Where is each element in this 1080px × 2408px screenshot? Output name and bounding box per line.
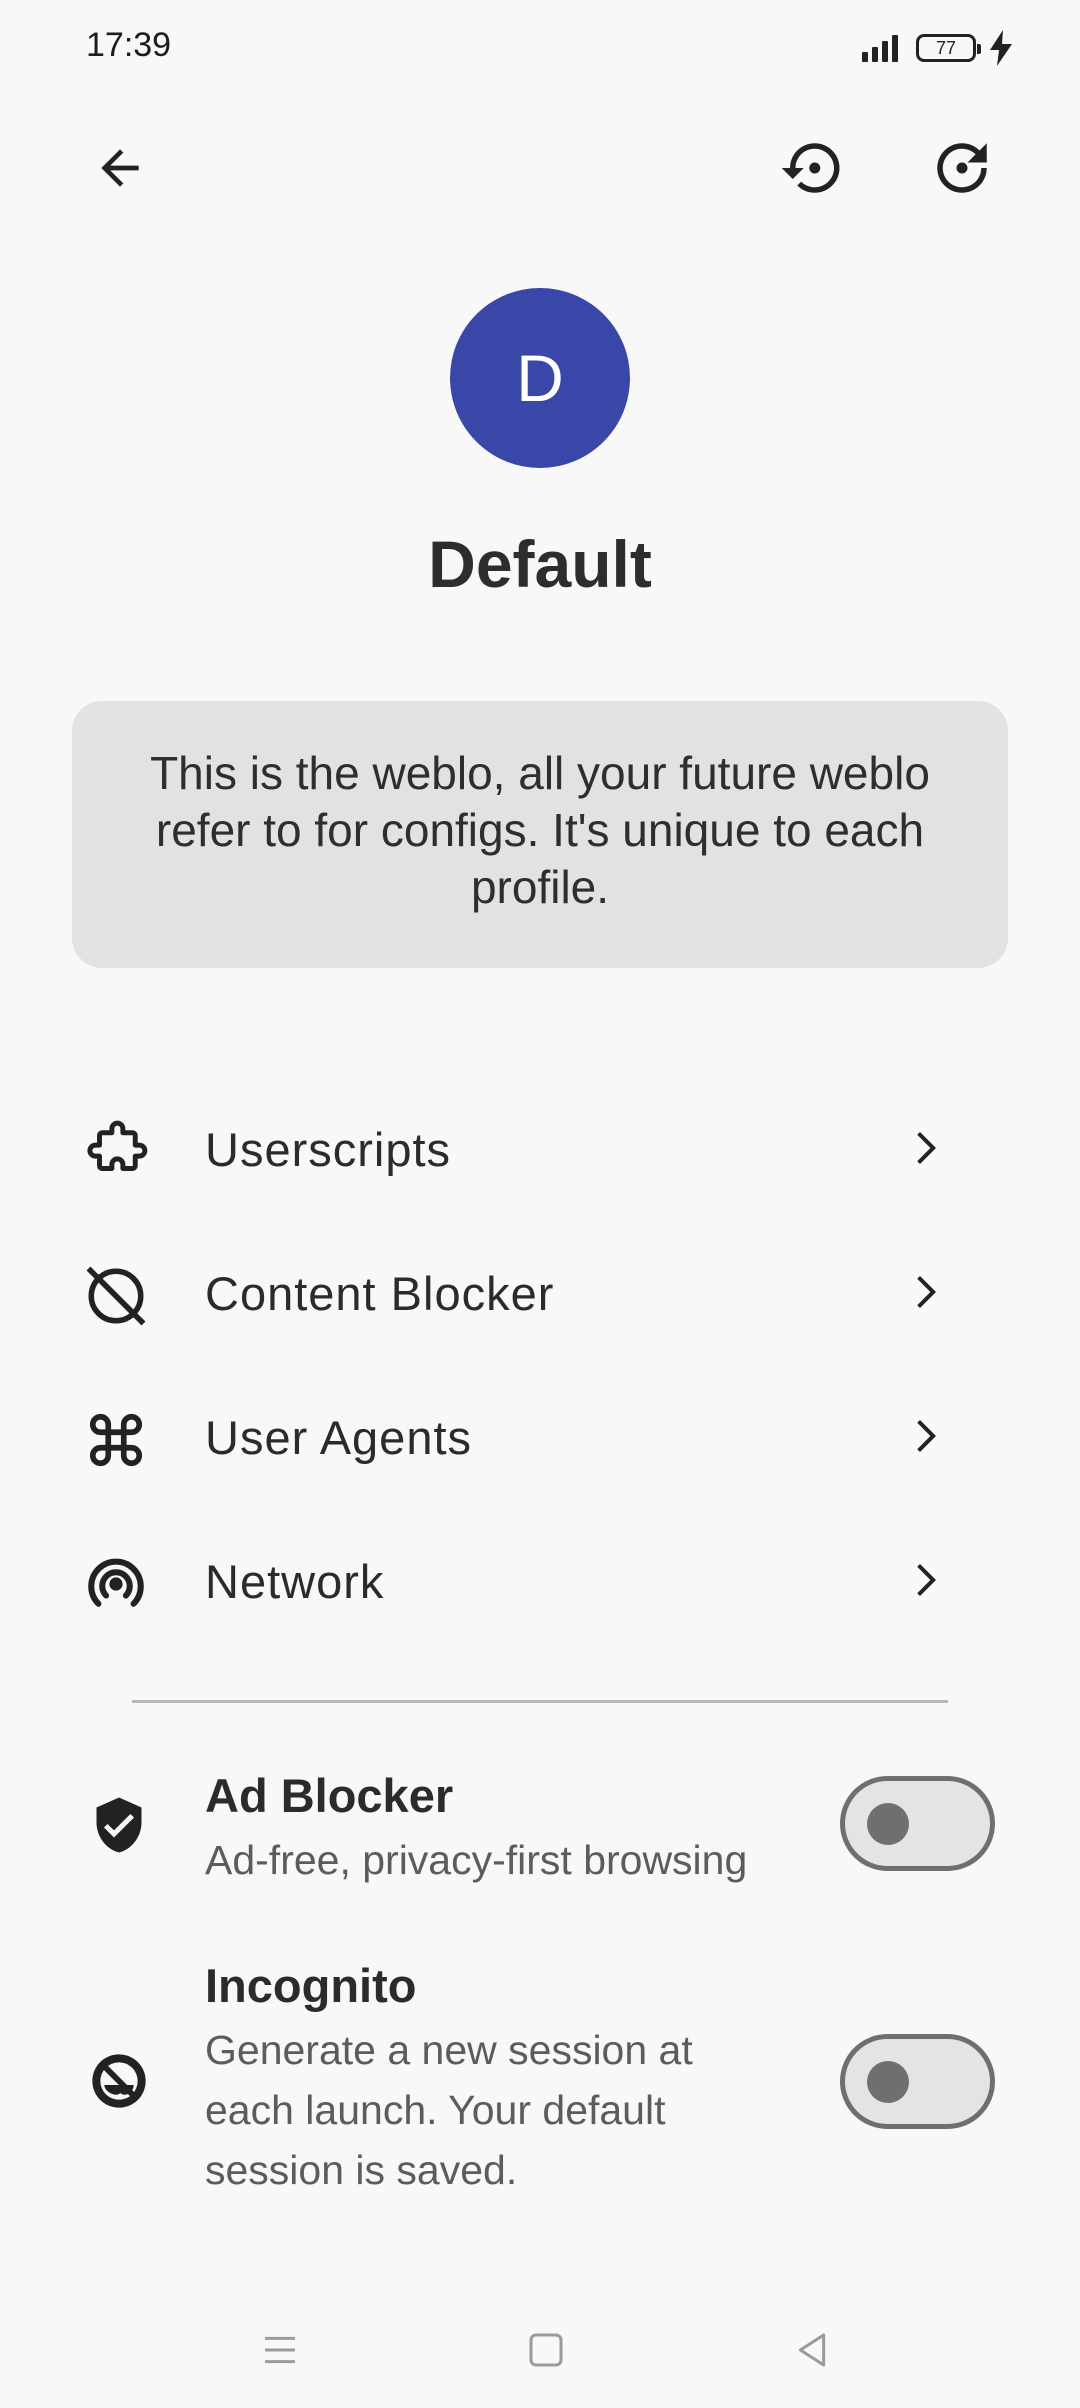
- menu-item-content-blocker[interactable]: Content Blocker: [0, 1220, 1080, 1364]
- system-nav-bar: [0, 2290, 1080, 2408]
- chevron-right-icon: [917, 1132, 936, 1164]
- menu-item-label: Userscripts: [205, 1123, 452, 1176]
- switch-knob: [867, 2061, 909, 2103]
- profile-name: Default: [428, 527, 652, 601]
- broadcast-icon: [80, 1548, 152, 1620]
- incognito-icon: [84, 2046, 154, 2116]
- incognito-title: Incognito: [205, 1959, 417, 2012]
- info-card-text: This is the weblo, all your future weblo…: [150, 747, 930, 913]
- ad-blocker-title: Ad Blocker: [205, 1769, 454, 1822]
- refresh-icon: [937, 143, 987, 193]
- ad-blocker-row: Ad Blocker Ad-free, privacy-first browsi…: [0, 1760, 1080, 1900]
- command-icon: [80, 1404, 152, 1476]
- recent-apps-button[interactable]: [240, 2310, 320, 2390]
- profile-initial: D: [516, 341, 564, 415]
- restore-button[interactable]: [764, 120, 860, 216]
- arrow-left-icon: [101, 149, 139, 187]
- top-app-bar: [0, 120, 1080, 220]
- info-card: This is the weblo, all your future weblo…: [72, 701, 1008, 968]
- history-restore-icon: [781, 143, 840, 193]
- shield-check-icon: [84, 1790, 154, 1860]
- signal-icon: [862, 35, 898, 62]
- divider: [132, 1700, 948, 1703]
- chevron-right-icon: [917, 1276, 936, 1308]
- menu-item-user-agents[interactable]: User Agents: [0, 1364, 1080, 1508]
- menu-item-userscripts[interactable]: Userscripts: [0, 1076, 1080, 1220]
- menu-item-network[interactable]: Network: [0, 1508, 1080, 1652]
- home-button[interactable]: [506, 2310, 586, 2390]
- menu-item-label: Content Blocker: [205, 1267, 555, 1320]
- block-icon: [80, 1260, 152, 1332]
- incognito-subtitle: Generate a new session at each launch. Y…: [205, 2027, 693, 2193]
- chevron-right-icon: [917, 1420, 936, 1452]
- status-icons: 77: [862, 30, 1012, 66]
- back-button[interactable]: [72, 120, 168, 216]
- status-bar: 17:39 77: [0, 0, 1080, 96]
- profile-avatar: D: [450, 288, 630, 468]
- charging-bolt-icon: [990, 30, 1012, 66]
- puzzle-icon: [80, 1116, 152, 1188]
- menu-item-label: Network: [205, 1555, 385, 1608]
- system-back-button[interactable]: [772, 2310, 852, 2390]
- status-time: 17:39: [86, 26, 172, 64]
- refresh-button[interactable]: [914, 120, 1010, 216]
- home-icon: [529, 2333, 563, 2367]
- menu-item-label: User Agents: [205, 1411, 473, 1464]
- battery-level: 77: [935, 37, 957, 58]
- chevron-right-icon: [917, 1564, 936, 1596]
- ad-blocker-subtitle: Ad-free, privacy-first browsing: [205, 1837, 748, 1883]
- incognito-switch[interactable]: [840, 2034, 995, 2129]
- back-triangle-icon: [798, 2333, 826, 2367]
- incognito-row: Incognito Generate a new session at each…: [0, 1958, 1080, 2208]
- menu-icon: [265, 2336, 295, 2364]
- switch-knob: [867, 1803, 909, 1845]
- battery-icon: 77: [916, 34, 981, 62]
- ad-blocker-switch[interactable]: [840, 1776, 995, 1871]
